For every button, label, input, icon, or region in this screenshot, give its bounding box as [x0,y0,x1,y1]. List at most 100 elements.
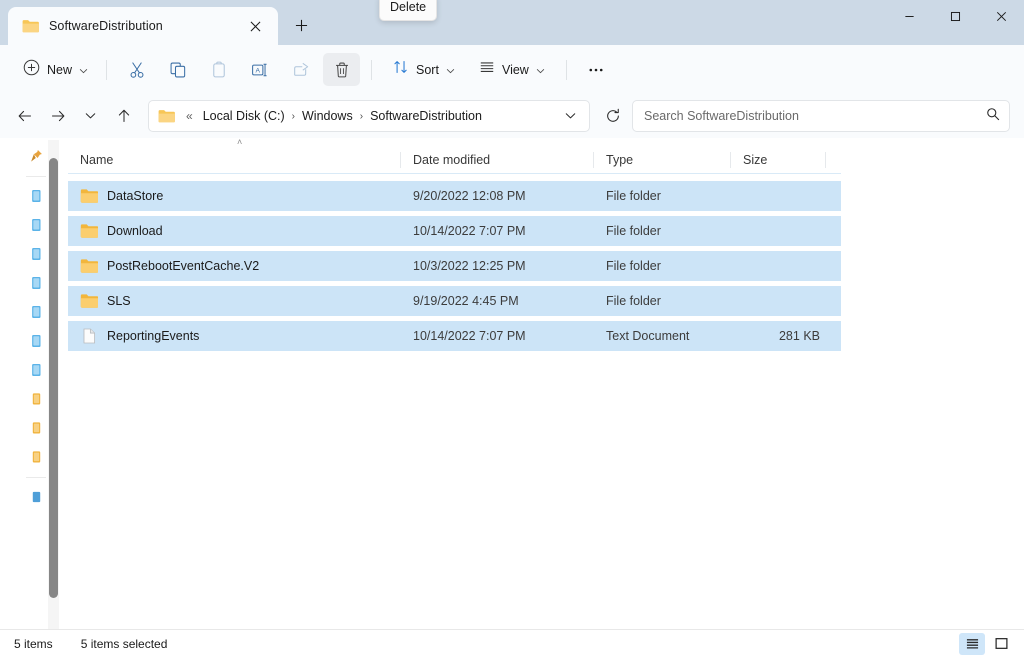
selection-count-label: 5 items selected [81,637,168,651]
folder-icon-nav-3 [30,247,44,262]
file-type-cell: File folder [594,286,731,316]
view-button[interactable]: View [470,54,554,86]
file-size-cell [731,181,826,211]
chevron-down-icon [79,61,88,79]
column-header-date-modified[interactable]: Date modified [401,147,594,173]
column-header-date-label: Date modified [413,153,490,167]
refresh-button[interactable] [598,101,628,131]
file-type-cell: File folder [594,216,731,246]
breadcrumb-softwaredistribution[interactable]: SoftwareDistribution [365,106,487,126]
navigation-pane[interactable] [0,138,68,629]
table-row[interactable]: SLS 9/19/2022 4:45 PM File folder [68,286,841,316]
maximize-button[interactable] [932,0,978,32]
file-name-cell: PostRebootEventCache.V2 [68,251,401,281]
file-date-cell: 9/20/2022 12:08 PM [401,181,594,211]
folder-icon-nav-4 [30,276,44,291]
sort-button[interactable]: Sort [384,54,464,86]
rename-button[interactable]: A [241,53,278,86]
file-date-cell: 10/14/2022 7:07 PM [401,321,594,351]
folder-icon [80,188,98,204]
command-bar: New [0,45,1024,94]
folder-icon [80,223,98,239]
content-area: ˄ Name Date modified Type Size [0,138,1024,629]
minimize-button[interactable] [886,0,932,32]
new-button-label: New [47,63,72,77]
close-button[interactable] [978,0,1024,32]
column-header-size[interactable]: Size [731,147,826,173]
toolbar-divider-3 [566,60,567,80]
share-button[interactable] [282,53,319,86]
column-header-type-label: Type [606,153,633,167]
search-icon[interactable] [986,107,1000,126]
file-date-cell: 10/3/2022 12:25 PM [401,251,594,281]
drive-icon-3 [30,450,44,465]
nav-divider-2 [26,477,46,478]
back-button[interactable] [8,100,41,133]
details-view-icon[interactable] [959,633,985,655]
onedrive-folder-icon [30,189,44,204]
file-name-label: SLS [107,294,131,308]
lines-icon [479,59,495,80]
new-tab-button[interactable] [284,8,318,42]
tab-title: SoftwareDistribution [49,19,232,33]
new-button[interactable]: New [14,54,97,86]
table-row[interactable]: ReportingEvents 10/14/2022 7:07 PM Text … [68,321,841,351]
file-size-cell [731,286,826,316]
column-headers: Name Date modified Type Size [68,147,841,174]
breadcrumb-windows[interactable]: Windows [297,106,358,126]
search-input[interactable]: Search SoftwareDistribution [644,109,986,123]
address-bar-row: « Local Disk (C:) › Windows › SoftwareDi… [0,94,1024,138]
paste-button[interactable] [200,53,237,86]
file-name-cell: ReportingEvents [68,321,401,351]
tab-softwaredistribution[interactable]: SoftwareDistribution [8,7,278,45]
item-count-label: 5 items [14,637,53,651]
large-icons-view-icon[interactable] [988,633,1014,655]
file-type-cell: File folder [594,181,731,211]
sort-indicator: ˄ [68,138,841,147]
sort-arrows-icon [393,59,409,80]
search-box[interactable]: Search SoftwareDistribution [632,100,1010,132]
plus-circle-icon [23,59,40,81]
file-name-label: Download [107,224,163,238]
breadcrumb-local-disk[interactable]: Local Disk (C:) [198,106,290,126]
window-controls [886,0,1024,32]
folder-icon-nav-2 [30,218,44,233]
file-name-label: DataStore [107,189,163,203]
folder-icon [80,293,98,309]
forward-button[interactable] [41,100,74,133]
cut-button[interactable] [118,53,155,86]
file-name-cell: DataStore [68,181,401,211]
recent-locations-button[interactable] [74,100,107,133]
drive-icon-2 [30,421,44,436]
toolbar-divider [106,60,107,80]
delete-button[interactable] [323,53,360,86]
copy-button[interactable] [159,53,196,86]
toolbar-divider-2 [371,60,372,80]
see-more-button[interactable] [578,53,615,86]
close-icon[interactable] [242,13,268,39]
table-row[interactable]: Download 10/14/2022 7:07 PM File folder [68,216,841,246]
previous-locations-chevron-icon[interactable] [557,103,583,129]
network-icon [30,490,44,505]
file-date-cell: 9/19/2022 4:45 PM [401,286,594,316]
file-type-cell: File folder [594,251,731,281]
breadcrumb-separator-1[interactable]: › [290,111,297,122]
nav-pane-scroll-thumb[interactable] [49,158,58,598]
address-bar[interactable]: « Local Disk (C:) › Windows › SoftwareDi… [148,100,590,132]
column-header-name[interactable]: Name [68,147,401,173]
file-rows: DataStore 9/20/2022 12:08 PM File folder [68,174,841,356]
file-size-cell: 281 KB [731,321,826,351]
up-button[interactable] [107,100,140,133]
column-header-type[interactable]: Type [594,147,731,173]
table-row[interactable]: PostRebootEventCache.V2 10/3/2022 12:25 … [68,251,841,281]
view-toggle-group [959,633,1014,655]
chevron-down-icon-view [536,61,545,79]
breadcrumb-separator-2[interactable]: › [358,111,365,122]
chevron-down-icon-sort [446,61,455,79]
breadcrumb-overflow-icon[interactable]: « [181,110,198,122]
nav-divider-1 [26,176,46,177]
table-row[interactable]: DataStore 9/20/2022 12:08 PM File folder [68,181,841,211]
folder-icon-address [158,109,175,123]
nav-pane-scrollbar[interactable] [48,140,59,629]
file-size-cell [731,251,826,281]
